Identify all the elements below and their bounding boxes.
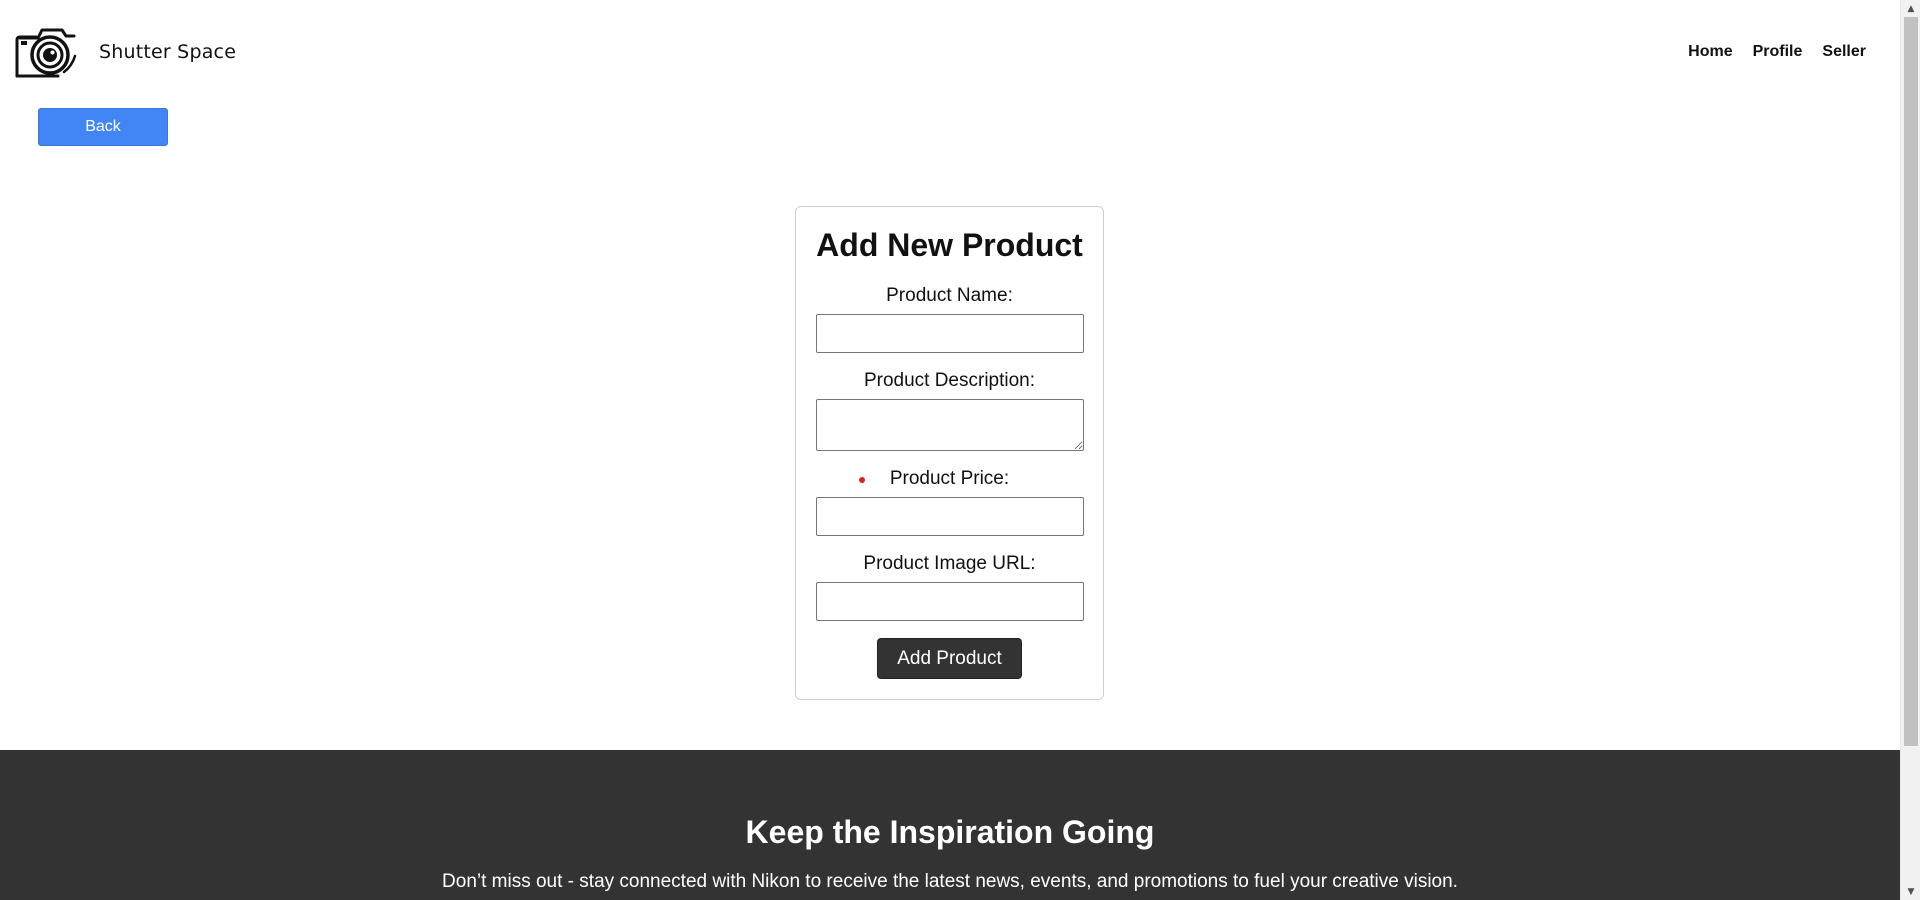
page: Shutter Space Home Profile Seller Back A… — [0, 0, 1900, 900]
nav-profile-link[interactable]: Profile — [1753, 43, 1803, 61]
add-product-form: Add New Product Product Name: Product De… — [795, 206, 1104, 700]
nav-seller-link[interactable]: Seller — [1822, 43, 1866, 61]
product-name-input[interactable] — [816, 314, 1084, 353]
product-price-label: Product Price: — [889, 468, 1010, 489]
camera-icon[interactable] — [14, 26, 78, 80]
add-product-button[interactable]: Add Product — [877, 638, 1022, 679]
product-description-input[interactable] — [816, 399, 1084, 451]
footer-heading: Keep the Inspiration Going — [745, 814, 1155, 850]
footer-text: Don’t miss out - stay connected with Nik… — [442, 871, 1458, 892]
scroll-up-arrow-icon[interactable]: ▲ — [1901, 0, 1920, 17]
product-image-url-input[interactable] — [816, 582, 1084, 621]
site-footer: Keep the Inspiration Going Don’t miss ou… — [0, 750, 1900, 900]
back-button[interactable]: Back — [38, 108, 168, 146]
site-header: Shutter Space Home Profile Seller — [0, 0, 1900, 104]
main-nav: Home Profile Seller — [1688, 43, 1866, 61]
vertical-scrollbar[interactable]: ▲ ▼ — [1900, 0, 1920, 900]
form-title: Add New Product — [816, 227, 1083, 263]
scrollbar-thumb[interactable] — [1904, 17, 1918, 746]
product-description-label: Product Description: — [863, 370, 1036, 391]
scroll-down-arrow-icon[interactable]: ▼ — [1901, 883, 1920, 900]
product-name-label: Product Name: — [886, 285, 1013, 306]
product-image-url-label: Product Image URL: — [863, 553, 1036, 574]
product-price-input[interactable] — [816, 497, 1084, 536]
brand-name: Shutter Space — [99, 41, 237, 63]
nav-home-link[interactable]: Home — [1688, 43, 1732, 61]
